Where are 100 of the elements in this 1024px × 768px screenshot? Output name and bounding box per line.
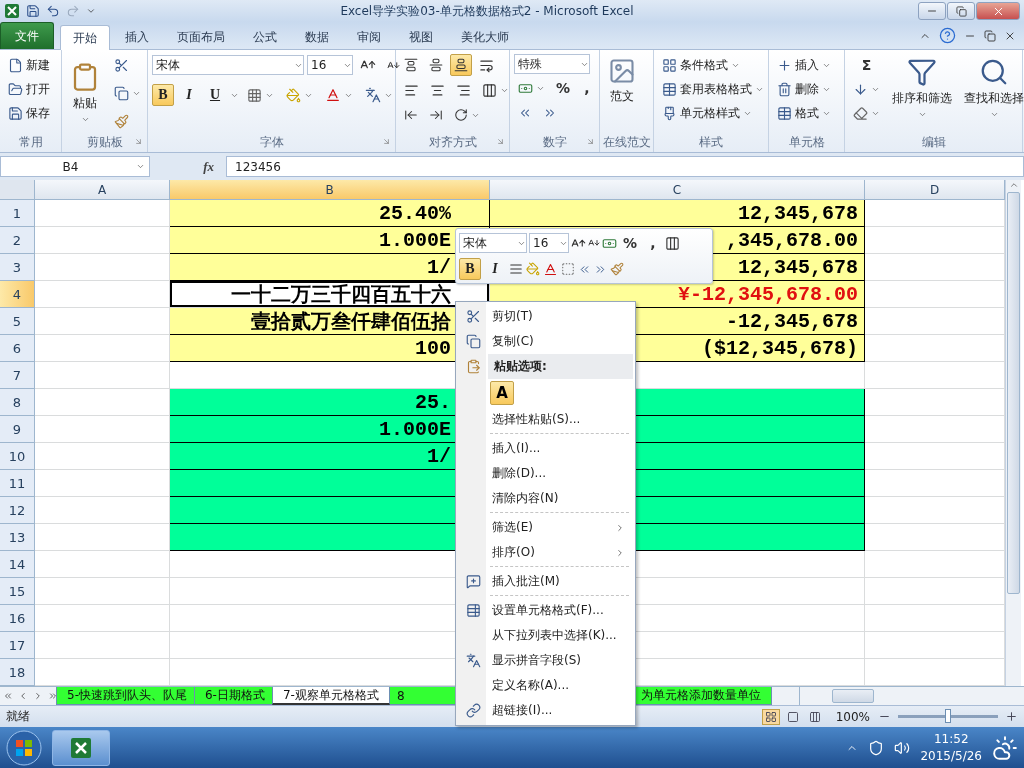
align-justify-icon[interactable] [509, 262, 523, 276]
row-header[interactable]: 17 [0, 632, 35, 659]
align-toggle[interactable] [450, 54, 472, 76]
sheet-tab[interactable]: 7-观察单元格格式 [271, 687, 390, 705]
menu-item[interactable]: 选择性粘贴(S)... [488, 411, 633, 428]
sum-button[interactable]: Σ [849, 54, 884, 76]
view-button[interactable] [761, 708, 780, 725]
menu-item[interactable]: 插入批注(M) [488, 573, 633, 590]
ribbon-tab[interactable]: 页面布局 [164, 24, 238, 49]
ribbon-tab[interactable]: 公式 [240, 24, 290, 49]
font-color-icon[interactable] [543, 261, 558, 277]
menu-item[interactable]: 删除(D)... [488, 465, 633, 482]
row-header[interactable]: 2 [0, 227, 35, 254]
zoom-in-icon[interactable] [1005, 710, 1018, 723]
name-box[interactable]: B4 [0, 156, 150, 177]
scroll-up-icon[interactable] [1008, 180, 1019, 190]
borders-icon[interactable] [561, 262, 575, 276]
format-toggle[interactable]: I [178, 84, 200, 106]
zoom-level[interactable]: 100% [835, 709, 870, 724]
ribbon-tab[interactable]: 插入 [112, 24, 162, 49]
minimize-button[interactable] [918, 2, 946, 20]
save-icon[interactable] [26, 4, 40, 18]
restore-icon[interactable] [984, 29, 996, 42]
caret-icon[interactable] [80, 115, 90, 124]
menu-item[interactable]: 显示拼音字段(S) [488, 652, 633, 669]
menu-item[interactable]: 从下拉列表中选择(K)... [488, 627, 633, 644]
dialog-launcher-icon[interactable] [134, 137, 143, 146]
menu-item[interactable]: 复制(C) [488, 333, 633, 350]
dialog-launcher-icon[interactable] [496, 137, 505, 146]
font-size-combo[interactable]: 16 [529, 233, 569, 253]
row-header[interactable]: 5 [0, 308, 35, 335]
cells-button[interactable]: 格式 [773, 102, 835, 124]
row-header[interactable]: 14 [0, 551, 35, 578]
customize-caret-icon[interactable] [86, 6, 96, 16]
volume-icon[interactable] [894, 739, 911, 756]
find-select-button[interactable]: 查找和选择 [960, 54, 1024, 122]
menu-item[interactable]: 排序(O) [488, 544, 615, 561]
dialog-launcher-icon[interactable] [586, 137, 595, 146]
row-header[interactable]: 4 [0, 281, 35, 308]
paste-button[interactable]: 粘贴 [66, 59, 104, 127]
undo-icon[interactable] [46, 4, 60, 18]
sort-filter-button[interactable]: 排序和筛选 [888, 54, 956, 122]
row-header[interactable]: 11 [0, 470, 35, 497]
ribbon-tab[interactable]: 视图 [396, 24, 446, 49]
row-header[interactable]: 15 [0, 578, 35, 605]
menu-item[interactable]: 清除内容(N) [488, 490, 633, 507]
row-header[interactable]: 7 [0, 362, 35, 389]
ribbon-tab[interactable]: 数据 [292, 24, 342, 49]
columns-icon[interactable] [665, 235, 681, 251]
last-sheet-icon[interactable] [47, 691, 58, 701]
clock[interactable]: 11:52 2015/5/26 [920, 730, 982, 765]
vertical-scrollbar[interactable] [1005, 180, 1021, 686]
template-button[interactable]: 范文 [604, 54, 640, 132]
ribbon-button[interactable]: 新建 [4, 54, 54, 76]
column-header[interactable]: B [170, 180, 490, 200]
cells-button[interactable]: 插入 [773, 54, 835, 76]
row-header[interactable]: 13 [0, 524, 35, 551]
row-header[interactable]: 9 [0, 416, 35, 443]
formula-field[interactable]: 123456 [226, 156, 1024, 177]
menu-item[interactable]: 超链接(I)... [488, 702, 633, 719]
first-sheet-icon[interactable] [2, 691, 13, 701]
cells-button[interactable]: 删除 [773, 78, 835, 100]
column-header[interactable]: C [490, 180, 865, 200]
ribbon-button[interactable]: 打开 [4, 78, 54, 100]
percent-button[interactable]: % [619, 232, 642, 254]
column-header[interactable]: D [865, 180, 1005, 200]
style-button[interactable]: 单元格样式 [658, 102, 768, 124]
comma-button[interactable]: , [577, 77, 598, 99]
start-button[interactable] [6, 729, 42, 766]
menu-item[interactable]: 设置单元格格式(F)... [488, 602, 633, 619]
help-icon[interactable] [939, 27, 956, 44]
ribbon-tab[interactable]: 美化大师 [448, 24, 522, 49]
format-toggle[interactable]: B [459, 258, 481, 280]
ribbon-button[interactable]: 保存 [4, 102, 54, 124]
maximize-button[interactable] [947, 2, 975, 20]
close-button[interactable] [976, 2, 1020, 20]
font-combo[interactable]: 宋体 [459, 233, 527, 253]
weather-icon[interactable] [992, 734, 1018, 761]
column-header[interactable]: A [35, 180, 170, 200]
row-header[interactable]: 16 [0, 605, 35, 632]
style-button[interactable]: 套用表格格式 [658, 78, 768, 100]
paintbrush-icon[interactable] [610, 262, 624, 276]
row-header[interactable]: 6 [0, 335, 35, 362]
menu-item[interactable]: 剪切(T) [488, 308, 633, 325]
dialog-launcher-icon[interactable] [382, 137, 391, 146]
ribbon-tab[interactable]: 文件 [0, 22, 54, 49]
number-format-combo[interactable]: 特殊 [514, 54, 590, 74]
row-header[interactable]: 8 [0, 389, 35, 416]
shield-icon[interactable] [868, 739, 885, 756]
paste-option-button[interactable]: A [490, 381, 514, 405]
taskbar-app-button[interactable] [52, 729, 110, 766]
shrink-font-icon[interactable] [588, 237, 600, 249]
row-header[interactable]: 10 [0, 443, 35, 470]
menu-item[interactable]: 筛选(E) [488, 519, 615, 536]
format-toggle[interactable]: B [152, 84, 174, 106]
row-header[interactable]: 18 [0, 659, 35, 686]
comma-button[interactable]: , [643, 232, 664, 254]
percent-button[interactable]: % [552, 77, 575, 99]
function-label[interactable]: fx [154, 158, 222, 175]
font-size-combo[interactable]: 16 [307, 55, 353, 75]
